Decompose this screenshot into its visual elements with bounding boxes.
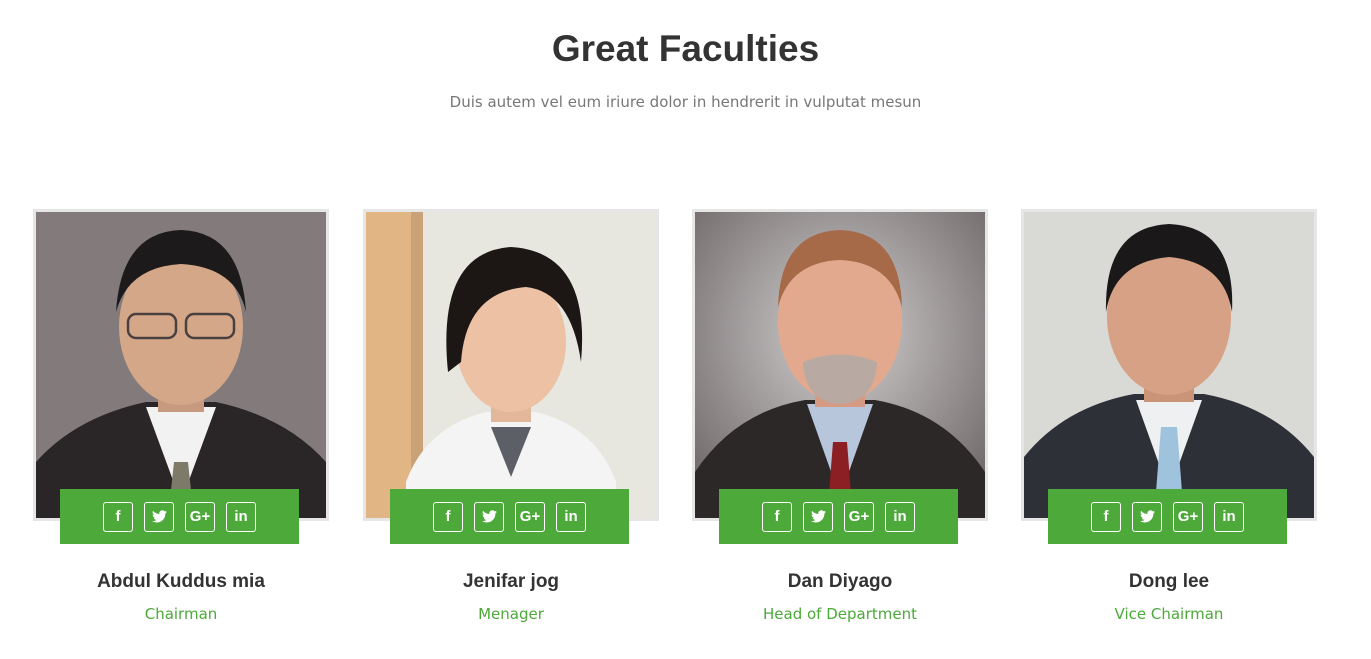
faculty-name: Dan Diyago	[787, 571, 893, 592]
faculty-photo-frame	[33, 209, 329, 521]
faculty-photo	[1024, 212, 1314, 518]
social-bar: f G+ in	[60, 489, 299, 544]
facebook-icon[interactable]: f	[1091, 501, 1121, 532]
social-bar: f G+ in	[719, 489, 958, 544]
facebook-icon[interactable]: f	[103, 501, 133, 532]
faculty-photo-frame	[1021, 209, 1317, 521]
faculty-photo	[695, 212, 985, 518]
linkedin-icon[interactable]: in	[885, 501, 915, 532]
twitter-icon[interactable]	[144, 501, 174, 532]
linkedin-icon[interactable]: in	[226, 501, 256, 532]
section-subtitle: Duis autem vel eum iriure dolor in hendr…	[449, 93, 922, 111]
twitter-icon[interactable]	[474, 501, 504, 532]
faculty-card: f G+ in Jenifar jog Menager	[363, 209, 659, 629]
faculty-role: Chairman	[144, 605, 218, 623]
faculty-role: Head of Department	[763, 605, 917, 623]
faculty-name: Dong lee	[1128, 571, 1210, 592]
faculty-card: f G+ in Dong lee Vice Chairman	[1021, 209, 1317, 629]
social-bar: f G+ in	[390, 489, 629, 544]
faculty-card: f G+ in Dan Diyago Head of Department	[692, 209, 988, 629]
twitter-icon[interactable]	[803, 501, 833, 532]
facebook-icon[interactable]: f	[433, 501, 463, 532]
faculty-photo-frame	[363, 209, 659, 521]
faculty-card: f G+ in Abdul Kuddus mia Chairman	[33, 209, 329, 629]
faculty-photo	[366, 212, 656, 518]
facebook-icon[interactable]: f	[762, 501, 792, 532]
google-plus-icon[interactable]: G+	[844, 501, 874, 532]
linkedin-icon[interactable]: in	[556, 501, 586, 532]
social-bar: f G+ in	[1048, 489, 1287, 544]
linkedin-icon[interactable]: in	[1214, 501, 1244, 532]
twitter-icon[interactable]	[1132, 501, 1162, 532]
google-plus-icon[interactable]: G+	[515, 501, 545, 532]
faculty-photo	[36, 212, 326, 518]
google-plus-icon[interactable]: G+	[185, 501, 215, 532]
faculty-role: Menager	[478, 605, 544, 623]
faculty-name: Jenifar jog	[462, 571, 560, 592]
section-title: Great Faculties	[551, 28, 820, 69]
faculty-photo-frame	[692, 209, 988, 521]
faculty-name: Abdul Kuddus mia	[97, 571, 265, 592]
faculty-role: Vice Chairman	[1114, 605, 1224, 623]
google-plus-icon[interactable]: G+	[1173, 501, 1203, 532]
